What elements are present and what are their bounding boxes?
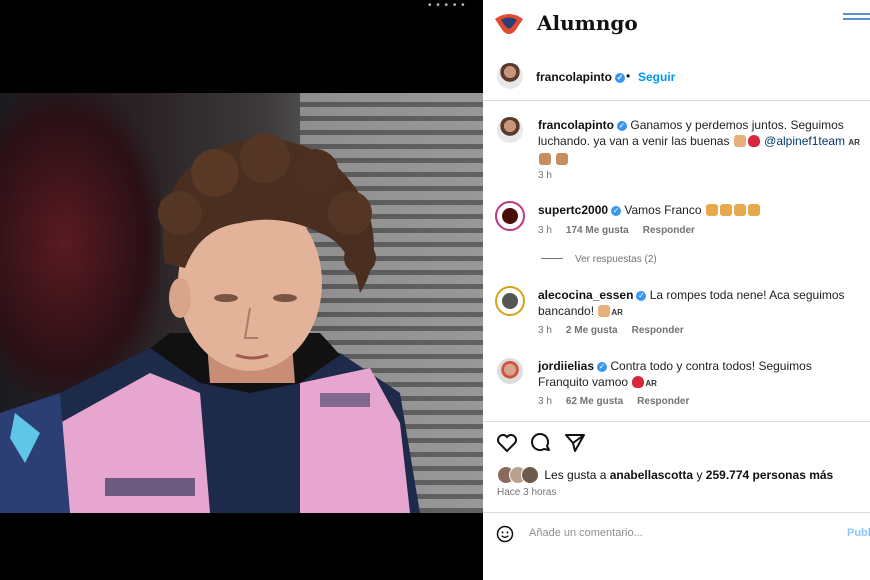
- heart-icon[interactable]: [495, 431, 519, 455]
- separator-dot: •: [626, 69, 631, 83]
- post-author[interactable]: francolapinto ✓: [536, 70, 626, 84]
- comment-username[interactable]: supertc2000: [538, 203, 608, 217]
- comment-meta: 3 h2 Me gusta Responder: [538, 325, 684, 336]
- fist-emoji-icon: [539, 153, 551, 165]
- avatar[interactable]: [497, 63, 523, 89]
- comment-username[interactable]: jordiielias: [538, 359, 594, 373]
- comment: supertc2000 ✓ Vamos Franco: [538, 202, 868, 218]
- post-photo[interactable]: [0, 93, 483, 513]
- avatar[interactable]: [495, 201, 525, 231]
- comment-meta: 3 h 62 Me gusta Responder: [538, 396, 690, 407]
- caption-username[interactable]: francolapinto: [538, 118, 614, 132]
- comment: alecocina_essen ✓ La rompes toda nene! Ac…: [538, 288, 845, 318]
- verified-icon: ✓: [597, 362, 608, 372]
- reply-button[interactable]: Responder: [632, 325, 684, 336]
- divider: [483, 421, 870, 422]
- caption-meta: 3 h: [538, 170, 552, 181]
- muscle-emoji-icon: [733, 135, 746, 147]
- like-count[interactable]: 2 Me gusta: [566, 325, 618, 336]
- menu-icon[interactable]: [843, 10, 870, 23]
- driver-portrait: [0, 133, 420, 513]
- comment-input[interactable]: Añade un comentario...: [529, 527, 643, 539]
- post-detail-panel: Alumngo francolapinto ✓ • Seguir francola…: [483, 0, 870, 580]
- pray-emoji-icon: [705, 204, 718, 216]
- muscle-emoji-icon: [598, 305, 611, 317]
- avatar[interactable]: [497, 117, 523, 143]
- reply-button[interactable]: Responder: [643, 225, 695, 236]
- liker-avatars[interactable]: [497, 466, 539, 484]
- likes-count[interactable]: 259.774 personas más: [706, 468, 833, 482]
- post-timestamp: Hace 3 horas: [497, 487, 557, 498]
- flag-ar: AR: [611, 308, 623, 317]
- fist-emoji-icon: [556, 153, 569, 165]
- photo-panel: • • • • •: [0, 0, 483, 580]
- likes-summary: Les gusta a anabellascotta y 259.774 per…: [497, 466, 833, 484]
- like-count[interactable]: 62 Me gusta: [566, 396, 623, 407]
- pray-emoji-icon: [733, 204, 746, 216]
- verified-icon: ✓: [636, 291, 647, 301]
- heart-emoji-icon: [747, 135, 760, 147]
- top-bar: Alumngo: [483, 0, 870, 50]
- brand-title[interactable]: Alumngo: [537, 11, 638, 35]
- liker-username[interactable]: anabellascotta: [610, 468, 693, 482]
- like-count[interactable]: 174 Me gusta: [566, 225, 629, 236]
- comment-composer: Añade un comentario... Publ: [483, 512, 870, 552]
- verified-icon: ✓: [611, 206, 622, 216]
- verified-icon: ✓: [615, 73, 626, 83]
- caption-text: francolapinto ✓ Ganamos y perdemos juntos…: [538, 117, 868, 167]
- emoji-icon[interactable]: [495, 524, 515, 544]
- flag-ar: AR: [645, 379, 657, 388]
- avatar[interactable]: [495, 286, 525, 316]
- flag-ar: AR: [848, 138, 860, 147]
- view-replies-button[interactable]: Ver respuestas (2): [541, 254, 657, 265]
- heart-emoji-icon: [632, 376, 645, 388]
- carousel-indicator: • • • • •: [428, 0, 466, 11]
- pray-emoji-icon: [747, 204, 760, 216]
- comment-username[interactable]: alecocina_essen: [538, 288, 633, 302]
- mention-link[interactable]: @alpinef1team: [764, 134, 845, 148]
- comment-meta: 3 h 174 Me gusta Responder: [538, 225, 695, 236]
- comment-icon[interactable]: [529, 431, 553, 455]
- reply-button[interactable]: Responder: [637, 396, 689, 407]
- post-button[interactable]: Publ: [847, 527, 870, 539]
- verified-icon: ✓: [617, 121, 628, 131]
- divider: [483, 100, 870, 101]
- comment: jordiielias ✓ Contra todo y contra todos!…: [538, 359, 812, 389]
- share-icon[interactable]: [563, 431, 587, 455]
- follow-button[interactable]: Seguir: [638, 70, 675, 84]
- brand-logo-icon[interactable]: [493, 11, 525, 37]
- avatar[interactable]: [497, 358, 523, 384]
- pray-emoji-icon: [719, 204, 732, 216]
